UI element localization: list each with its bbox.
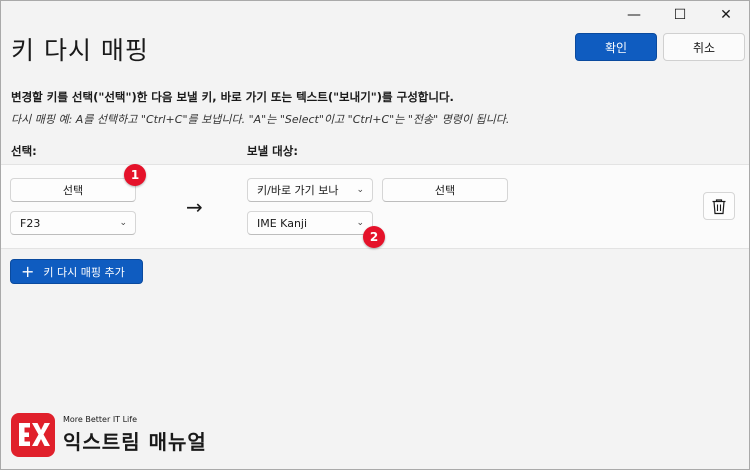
chevron-down-icon: ⌄ [356,218,364,228]
watermark-name: 익스트림 매뉴얼 [63,430,207,454]
example-text: 다시 매핑 예: A를 선택하고 "Ctrl+C"를 보냅니다. "A"는 "S… [11,113,510,126]
arrow-right-icon: → [186,195,203,219]
maximize-icon[interactable]: ☐ [657,1,703,29]
remap-keys-window: — ☐ ✕ 키 다시 매핑 확인 취소 변경할 키를 선택("선택")한 다음 … [0,0,750,470]
target-key-value: IME Kanji [257,216,308,230]
annotation-badge-2: 2 [363,226,385,248]
watermark-tagline: More Better IT Life [63,415,138,424]
plus-icon: + [21,261,35,281]
select-key-button[interactable]: 선택 [10,178,136,202]
close-icon[interactable]: ✕ [703,1,749,29]
source-key-value: F23 [20,216,41,230]
confirm-button[interactable]: 확인 [575,33,657,61]
send-select-button[interactable]: 선택 [382,178,508,202]
chevron-down-icon: ⌄ [356,185,364,195]
send-column-label: 보낼 대상: [247,144,298,158]
logo-icon [11,413,55,457]
cancel-button[interactable]: 취소 [663,33,745,61]
add-mapping-label: 키 다시 매핑 추가 [43,265,125,279]
delete-mapping-button[interactable] [703,192,735,220]
target-key-dropdown[interactable]: IME Kanji ⌄ [247,211,373,235]
send-type-dropdown[interactable]: 키/바로 가기 보나 ⌄ [247,178,373,202]
annotation-badge-1: 1 [124,164,146,186]
trash-icon [712,198,726,214]
instruction-text: 변경할 키를 선택("선택")한 다음 보낼 키, 바로 가기 또는 텍스트("… [11,90,454,104]
chevron-down-icon: ⌄ [119,218,127,228]
send-type-value: 키/바로 가기 보나 [257,184,339,197]
watermark-logo: More Better IT Life 익스트림 매뉴얼 [11,413,207,457]
page-title: 키 다시 매핑 [11,36,149,65]
select-column-label: 선택: [11,144,37,158]
source-key-dropdown[interactable]: F23 ⌄ [10,211,136,235]
add-mapping-button[interactable]: + 키 다시 매핑 추가 [10,259,143,284]
minimize-icon[interactable]: — [611,1,657,29]
window-caption-buttons: — ☐ ✕ [611,1,749,29]
